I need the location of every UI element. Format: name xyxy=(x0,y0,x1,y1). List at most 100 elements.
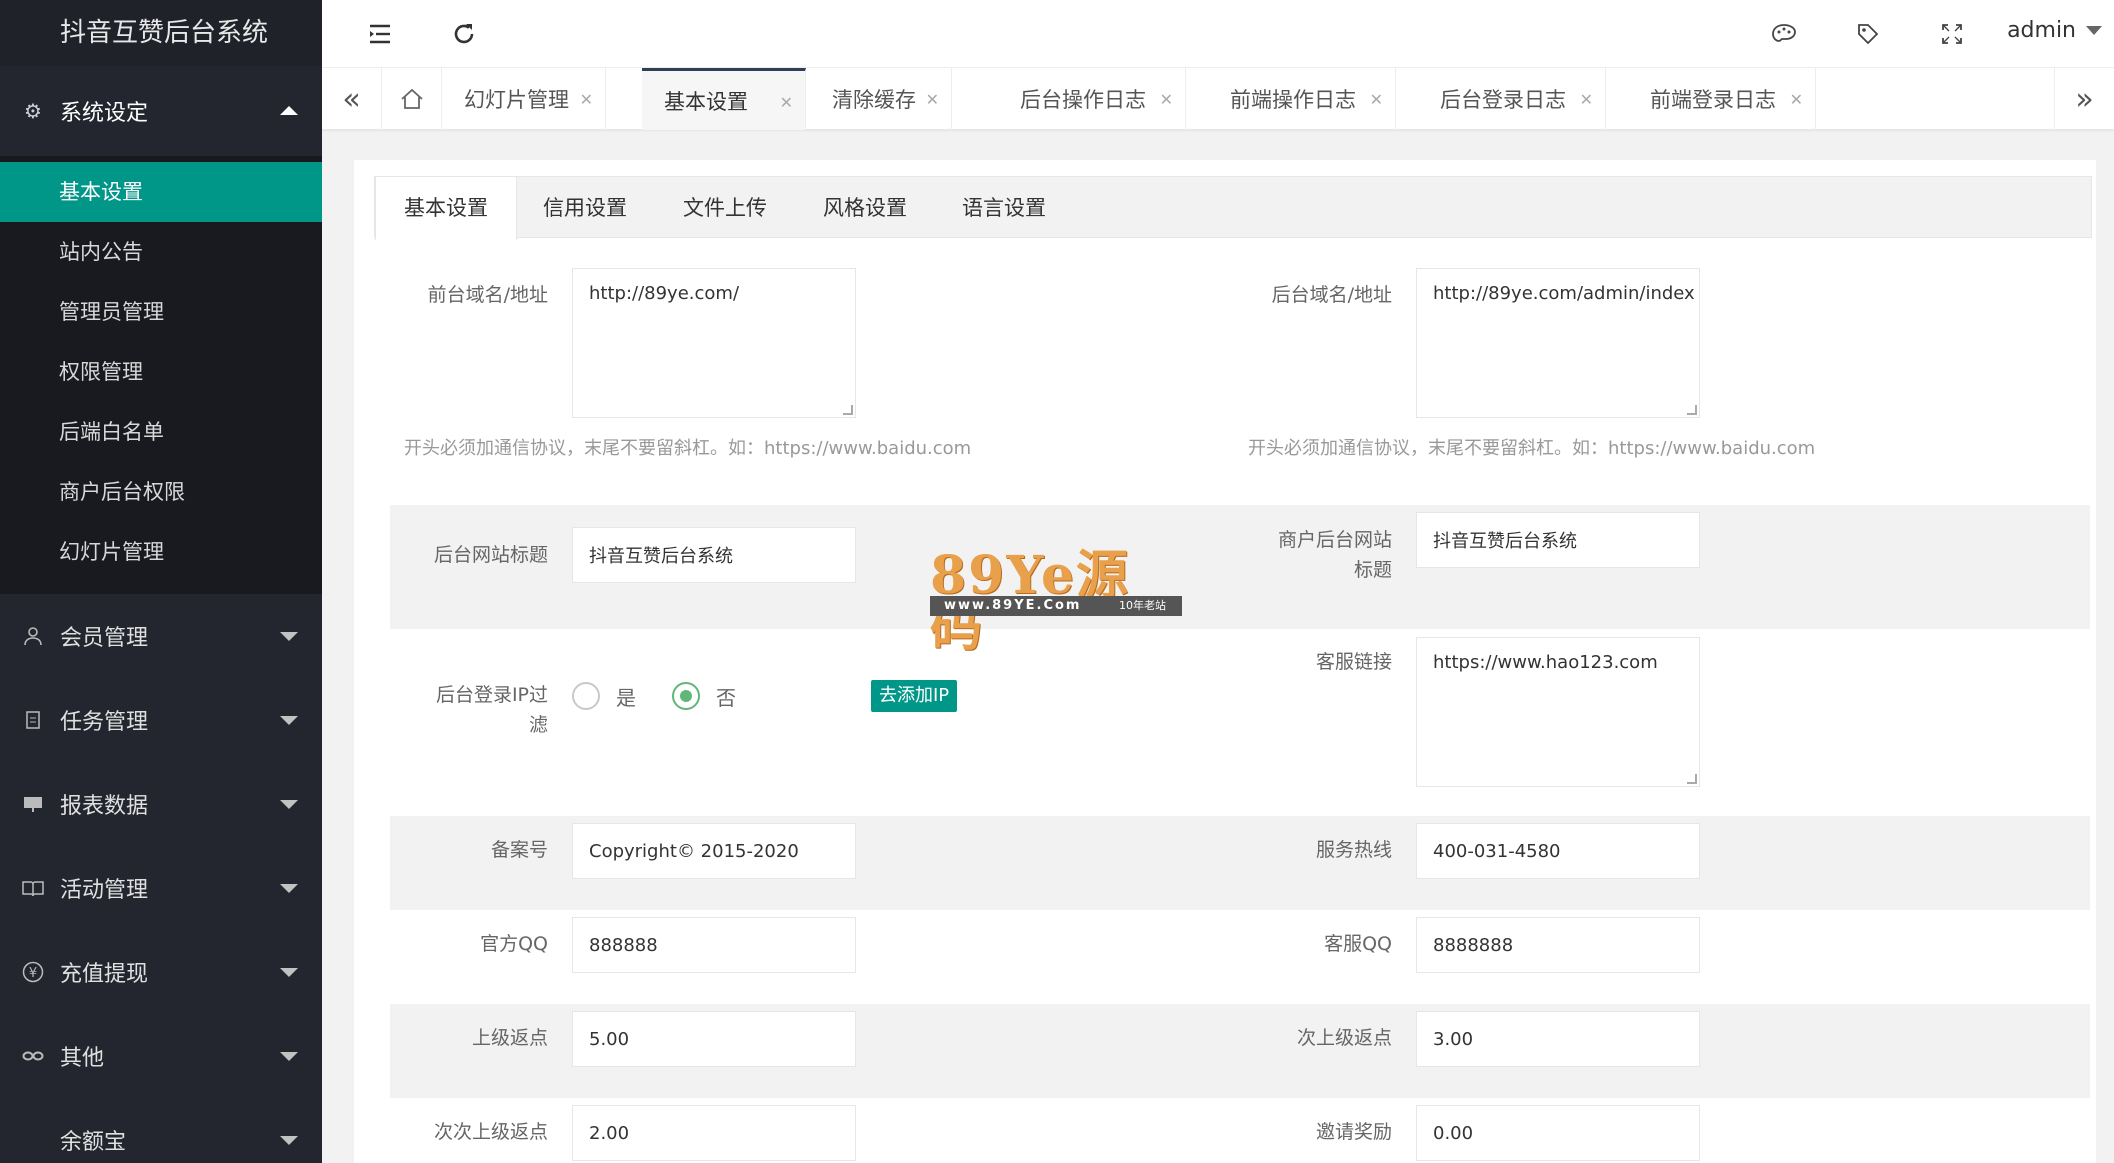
add-ip-button[interactable]: 去添加IP xyxy=(871,680,958,712)
nav-tasks[interactable]: 任务管理 xyxy=(0,678,322,762)
front-domain-label: 前台域名/地址 xyxy=(427,284,548,306)
settings-tab-upload[interactable]: 文件上传 xyxy=(655,177,795,239)
nav-label: 充值提现 xyxy=(60,962,149,987)
svg-text:¥: ¥ xyxy=(29,966,37,981)
icp-input[interactable]: Copyright© 2015-2020 xyxy=(572,823,856,879)
tag-icon[interactable] xyxy=(1852,18,1884,50)
back-domain-textarea[interactable]: http://89ye.com/admin/index xyxy=(1416,268,1700,418)
tab-admin-op-log[interactable]: 后台操作日志 ✕ xyxy=(998,68,1186,130)
tab-label: 后台登录日志 xyxy=(1440,88,1566,112)
site-title-label: 后台网站标题 xyxy=(433,544,548,566)
back-domain-hint: 开头必须加通信协议，末尾不要留斜杠。如：https://www.baidu.co… xyxy=(1248,438,1816,459)
menu-collapse-icon[interactable] xyxy=(364,18,396,50)
hotline-input[interactable]: 400-031-4580 xyxy=(1416,823,1700,879)
settings-tab-language[interactable]: 语言设置 xyxy=(934,177,1074,239)
caret-down-icon xyxy=(280,632,298,641)
nav-yuebao[interactable]: 余额宝 xyxy=(0,1098,322,1163)
scroll-left-icon[interactable]: « xyxy=(322,68,382,130)
subitem-slides[interactable]: 幻灯片管理 xyxy=(0,522,322,582)
tab-front-login-log[interactable]: 前端登录日志 ✕ xyxy=(1628,68,1816,130)
rebate-1-input[interactable]: 5.00 xyxy=(572,1011,856,1067)
front-domain-hint: 开头必须加通信协议，末尾不要留斜杠。如：https://www.baidu.co… xyxy=(404,438,972,459)
rebate-3-label: 次次上级返点 xyxy=(433,1121,548,1143)
radio-yes-label: 是 xyxy=(616,686,636,710)
nav-other[interactable]: 其他 xyxy=(0,1014,322,1098)
nav-system-settings[interactable]: ⚙ 系统设定 xyxy=(0,66,322,156)
close-icon[interactable]: ✕ xyxy=(1790,90,1803,109)
official-qq-label: 官方QQ xyxy=(480,933,548,955)
tab-admin-login-log[interactable]: 后台登录日志 ✕ xyxy=(1418,68,1606,130)
radio-no[interactable] xyxy=(672,682,700,710)
caret-down-icon xyxy=(280,1052,298,1061)
blank-icon xyxy=(22,1129,44,1151)
nav-label: 余额宝 xyxy=(60,1130,127,1155)
nav-members[interactable]: 会员管理 xyxy=(0,594,322,678)
nav-label: 任务管理 xyxy=(60,710,149,735)
rebate-3-input[interactable]: 2.00 xyxy=(572,1105,856,1161)
yen-icon: ¥ xyxy=(22,961,44,983)
close-icon[interactable]: ✕ xyxy=(926,90,939,109)
monitor-icon xyxy=(22,793,44,815)
subitem-whitelist[interactable]: 后端白名单 xyxy=(0,402,322,462)
caret-down-icon xyxy=(280,1136,298,1145)
settings-tab-basic[interactable]: 基本设置 xyxy=(375,177,517,240)
close-icon[interactable]: ✕ xyxy=(1370,90,1383,109)
subitem-permissions[interactable]: 权限管理 xyxy=(0,342,322,402)
close-icon[interactable]: ✕ xyxy=(780,93,793,112)
gear-icon: ⚙ xyxy=(24,99,42,123)
invite-reward-input[interactable]: 0.00 xyxy=(1416,1105,1700,1161)
tab-slides[interactable]: 幻灯片管理 ✕ xyxy=(442,68,606,130)
rebate-1-label: 上级返点 xyxy=(471,1027,548,1049)
close-icon[interactable]: ✕ xyxy=(1160,90,1173,109)
top-header: admin xyxy=(322,0,2114,68)
settings-card: 基本设置 信用设置 文件上传 风格设置 语言设置 前台域名/地址 http://… xyxy=(354,160,2096,1163)
subitem-merchant-perms[interactable]: 商户后台权限 xyxy=(0,462,322,522)
caret-down-icon xyxy=(280,884,298,893)
close-icon[interactable]: ✕ xyxy=(580,90,593,109)
refresh-icon[interactable] xyxy=(448,18,480,50)
tab-basic-settings[interactable]: 基本设置 ✕ xyxy=(642,68,806,130)
nav-reports[interactable]: 报表数据 xyxy=(0,762,322,846)
caret-down-icon xyxy=(280,716,298,725)
nav-recharge[interactable]: ¥ 充值提现 xyxy=(0,930,322,1014)
user-menu[interactable]: admin xyxy=(2007,18,2102,43)
official-qq-input[interactable]: 888888 xyxy=(572,917,856,973)
subitem-basic-settings[interactable]: 基本设置 xyxy=(0,162,322,222)
close-icon[interactable]: ✕ xyxy=(1580,90,1593,109)
merchant-title-input[interactable]: 抖音互赞后台系统 xyxy=(1416,512,1700,568)
nav-activities[interactable]: 活动管理 xyxy=(0,846,322,930)
service-link-label: 客服链接 xyxy=(1315,651,1392,673)
book-icon xyxy=(22,877,44,899)
radio-yes[interactable] xyxy=(572,682,600,710)
front-domain-textarea[interactable]: http://89ye.com/ xyxy=(572,268,856,418)
caret-down-icon xyxy=(280,968,298,977)
service-qq-input[interactable]: 8888888 xyxy=(1416,917,1700,973)
fullscreen-icon[interactable] xyxy=(1936,18,1968,50)
dropdown-icon xyxy=(2086,26,2102,35)
nav-label: 会员管理 xyxy=(60,626,149,651)
subitem-announcements[interactable]: 站内公告 xyxy=(0,222,322,282)
subitem-admin-manage[interactable]: 管理员管理 xyxy=(0,282,322,342)
tab-front-op-log[interactable]: 前端操作日志 ✕ xyxy=(1208,68,1396,130)
merchant-title-label-1: 商户后台网站 xyxy=(1277,529,1392,551)
settings-tab-credit[interactable]: 信用设置 xyxy=(515,177,655,239)
tab-label: 前端登录日志 xyxy=(1650,88,1776,112)
rebate-2-input[interactable]: 3.00 xyxy=(1416,1011,1700,1067)
settings-tab-style[interactable]: 风格设置 xyxy=(795,177,935,239)
theme-palette-icon[interactable] xyxy=(1768,18,1800,50)
tab-label: 清除缓存 xyxy=(832,88,916,112)
scroll-right-icon[interactable]: » xyxy=(2054,68,2114,130)
submenu: 基本设置 站内公告 管理员管理 权限管理 后端白名单 商户后台权限 幻灯片管理 xyxy=(0,156,322,594)
caret-down-icon xyxy=(280,800,298,809)
username: admin xyxy=(2007,18,2076,43)
rebate-2-label: 次上级返点 xyxy=(1296,1027,1392,1049)
tab-label: 后台操作日志 xyxy=(1020,88,1146,112)
nav-label: 活动管理 xyxy=(60,878,149,903)
site-title-input[interactable]: 抖音互赞后台系统 xyxy=(572,527,856,583)
document-icon xyxy=(22,709,44,731)
nav-label: 其他 xyxy=(60,1046,105,1071)
link-icon xyxy=(22,1045,44,1067)
service-link-textarea[interactable]: https://www.hao123.com xyxy=(1416,637,1700,787)
home-icon[interactable] xyxy=(382,68,442,130)
tab-clear-cache[interactable]: 清除缓存 ✕ xyxy=(810,68,952,130)
